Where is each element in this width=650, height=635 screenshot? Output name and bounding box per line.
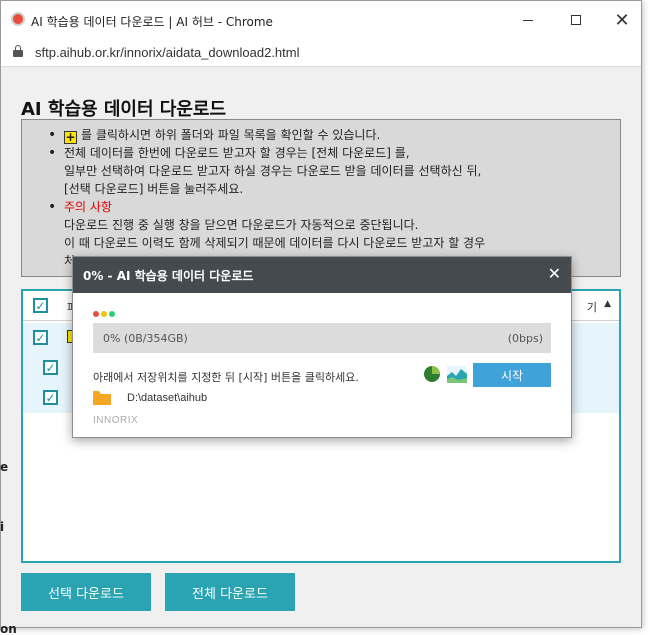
background-text-fragment: i <box>0 520 5 534</box>
row-checkbox[interactable]: ✓ <box>43 360 58 375</box>
row-checkbox[interactable]: ✓ <box>33 330 48 345</box>
lock-icon <box>13 45 23 57</box>
select-all-checkbox[interactable]: ✓ <box>33 298 48 313</box>
maximize-button[interactable] <box>557 7 595 33</box>
select-download-button[interactable]: 선택 다운로드 <box>21 573 151 611</box>
status-dot-green <box>109 311 115 317</box>
folder-icon[interactable] <box>93 391 111 405</box>
window-title: AI 학습용 데이터 다운로드 | AI 허브 - Chrome <box>31 15 273 29</box>
maximize-icon <box>571 15 581 25</box>
area-chart-icon[interactable] <box>447 366 467 383</box>
notice-item2-line3: [선택 다운로드] 버튼을 눌러주세요. <box>64 182 244 196</box>
page-title: AI 학습용 데이터 다운로드 <box>21 99 227 120</box>
status-dot-yellow <box>101 311 107 317</box>
row-checkbox[interactable]: ✓ <box>43 390 58 405</box>
minimize-button[interactable] <box>509 7 547 33</box>
innorix-logo: INNORIX <box>93 415 139 426</box>
title-bar: AI 학습용 데이터 다운로드 | AI 허브 - Chrome ✕ <box>1 1 641 37</box>
dialog-title: 0% - AI 학습용 데이터 다운로드 <box>83 269 254 283</box>
instruction-text: 아래에서 저장위치를 지정한 뒤 [시작] 버튼을 클릭하세요. <box>93 371 359 384</box>
save-path[interactable]: D:\dataset\aihub <box>127 392 207 404</box>
minimize-icon <box>523 19 533 21</box>
chrome-icon <box>11 12 25 26</box>
notice-item-expand: + 를 클릭하시면 하위 폴더와 파일 목록을 확인할 수 있습니다. <box>42 126 620 144</box>
sort-ascending-icon[interactable]: ▲ <box>604 299 611 309</box>
progress-bar: 0% (0B/354GB) (0bps) <box>93 323 551 353</box>
close-icon[interactable]: ✕ <box>548 264 561 283</box>
column-header-size[interactable]: 기 <box>587 299 597 315</box>
background-text-fragment: on <box>0 622 17 635</box>
speed-text: (0bps) <box>507 332 543 345</box>
notice-item-download: 전체 데이터를 한번에 다운로드 받고자 할 경우는 [전체 다운로드] 를, … <box>42 144 620 198</box>
url-text[interactable]: sftp.aihub.or.kr/innorix/aidata_download… <box>35 45 300 60</box>
status-dot-red <box>93 311 99 317</box>
notice-item2-line1: 전체 데이터를 한번에 다운로드 받고자 할 경우는 [전체 다운로드] 를, <box>64 146 410 160</box>
caution-line1: 다운로드 진행 중 실행 창을 닫으면 다운로드가 자동적으로 중단됩니다. <box>64 218 419 232</box>
all-download-button[interactable]: 전체 다운로드 <box>165 573 295 611</box>
address-bar[interactable]: sftp.aihub.or.kr/innorix/aidata_download… <box>1 37 641 67</box>
download-progress-dialog: 0% - AI 학습용 데이터 다운로드 ✕ 0% (0B/354GB) (0b… <box>72 256 572 438</box>
background-text-fragment: e <box>0 460 9 474</box>
pie-chart-icon[interactable] <box>423 365 441 383</box>
status-dots <box>93 311 123 319</box>
start-button[interactable]: 시작 <box>473 363 551 387</box>
close-window-button[interactable]: ✕ <box>603 7 641 33</box>
notice-item2-line2: 일부만 선택하여 다운로드 받고자 하실 경우는 다운로드 받을 데이터를 선택… <box>64 164 482 178</box>
plus-icon: + <box>64 130 77 144</box>
notice-item1-text: 를 클릭하시면 하위 폴더와 파일 목록을 확인할 수 있습니다. <box>81 128 381 142</box>
caution-heading: 주의 사항 <box>64 200 112 214</box>
dialog-header: 0% - AI 학습용 데이터 다운로드 ✕ <box>73 257 571 293</box>
caution-line2: 이 때 다운로드 이력도 함께 삭제되기 때문에 데이터를 다시 다운로드 받고… <box>64 236 486 250</box>
notice-box: + 를 클릭하시면 하위 폴더와 파일 목록을 확인할 수 있습니다. 전체 데이… <box>21 119 621 277</box>
progress-text: 0% (0B/354GB) <box>103 332 188 345</box>
